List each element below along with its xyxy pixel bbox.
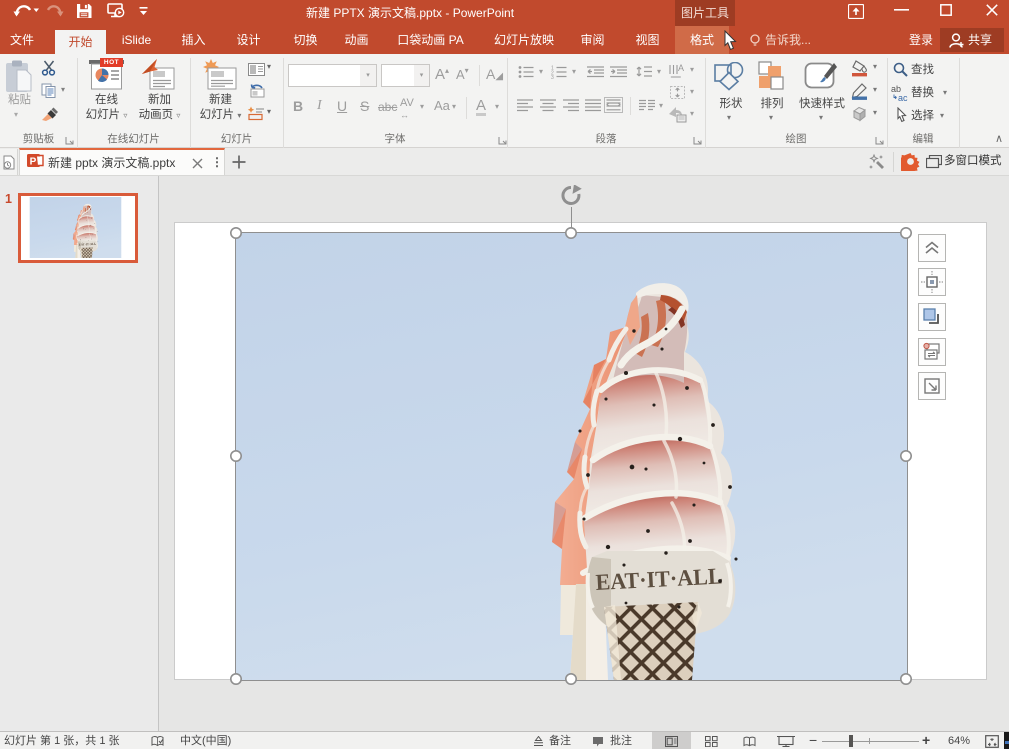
svg-text:P: P (30, 157, 37, 168)
svg-text:ac: ac (898, 93, 908, 102)
svg-text:3: 3 (551, 75, 554, 79)
svg-text:A: A (678, 63, 684, 73)
